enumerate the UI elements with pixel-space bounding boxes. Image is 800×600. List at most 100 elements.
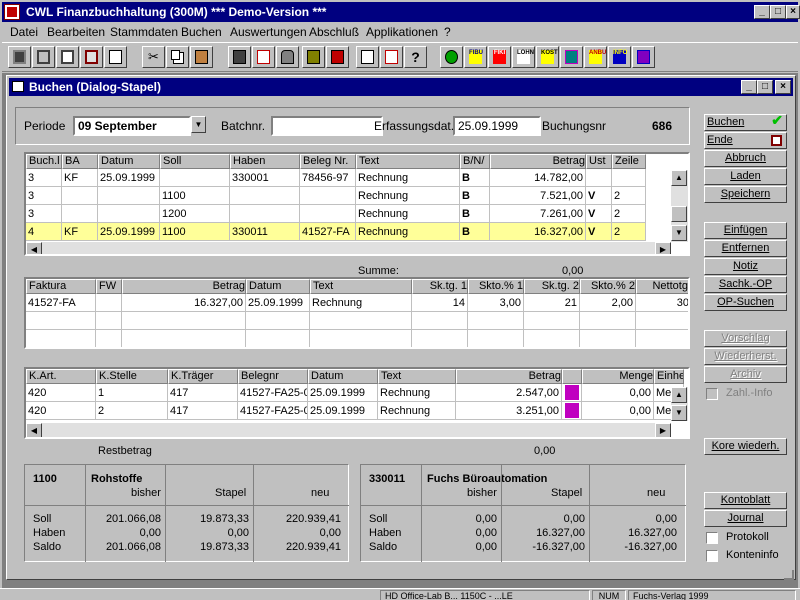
print-setup-toolbar-button[interactable] — [80, 46, 103, 68]
table-cell[interactable] — [612, 169, 646, 187]
kore-button[interactable]: Kore wiederh. — [704, 438, 787, 455]
table-cell[interactable]: Rechnung — [310, 294, 412, 312]
column-header[interactable]: Datum — [308, 369, 378, 384]
empty-cell[interactable] — [468, 312, 524, 330]
info-toolbar-button[interactable]: INFO — [608, 46, 631, 68]
empty-cell[interactable] — [246, 312, 310, 330]
kost-hscroll[interactable]: ◀ ▶ — [26, 423, 671, 437]
tool4-toolbar-button[interactable] — [380, 46, 403, 68]
entfernen-button[interactable]: Entfernen — [704, 240, 787, 257]
notiz-button[interactable]: Notiz — [704, 258, 787, 275]
column-header[interactable]: Datum — [98, 154, 160, 169]
op-suchen-button[interactable]: OP-Suchen — [704, 294, 787, 311]
column-header[interactable]: Beleg Nr. — [300, 154, 356, 169]
anbu-toolbar-button[interactable]: ANBU — [584, 46, 607, 68]
scroll-up-icon[interactable]: ▲ — [671, 170, 687, 186]
menu-datei[interactable]: Datei — [10, 25, 38, 39]
column-header[interactable]: Sk.tg. 2 — [524, 279, 580, 294]
empty-cell[interactable] — [310, 330, 412, 347]
table-cell[interactable]: Rechnung — [378, 402, 456, 420]
scroll-down-icon[interactable]: ▼ — [671, 405, 687, 421]
table-cell[interactable] — [300, 205, 356, 223]
column-header[interactable]: Betrag — [456, 369, 562, 384]
table-cell[interactable]: V — [586, 205, 612, 223]
column-header[interactable]: BA — [62, 154, 98, 169]
table-cell[interactable]: 25.09.1999 — [98, 169, 160, 187]
table-cell[interactable]: 25.09.1999 — [98, 223, 160, 241]
resize-grip-icon[interactable] — [784, 570, 794, 580]
paste-copy-toolbar-button[interactable] — [166, 46, 189, 68]
table-cell[interactable] — [62, 187, 98, 205]
column-header[interactable]: K.Art. — [26, 369, 96, 384]
empty-cell[interactable] — [96, 330, 122, 347]
journal-button[interactable]: Journal — [704, 510, 787, 527]
empty-cell[interactable] — [636, 312, 688, 330]
print-toolbar-button[interactable] — [32, 46, 55, 68]
column-header[interactable]: B/N/ — [460, 154, 490, 169]
buchungen-hscroll[interactable]: ◀ ▶ — [26, 242, 671, 254]
cut-toolbar-button[interactable]: ✂ — [142, 46, 165, 68]
table-cell[interactable]: 3 — [26, 169, 62, 187]
app-title-bar[interactable]: CWL Finanzbuchhaltung (300M) *** Demo-Ve… — [2, 2, 800, 22]
scroll-up-icon[interactable]: ▲ — [671, 387, 687, 403]
menu-stammdaten[interactable]: Stammdaten — [110, 25, 178, 39]
table-cell[interactable]: 417 — [168, 402, 238, 420]
table-cell[interactable]: 41527-FA25-0 — [238, 384, 308, 402]
table-cell[interactable]: Rechnung — [356, 205, 460, 223]
empty-cell[interactable] — [26, 330, 96, 347]
table-cell[interactable]: 14 — [412, 294, 468, 312]
minimize-button[interactable]: _ — [754, 5, 770, 19]
table-cell[interactable]: 41527-FA25-0 — [238, 402, 308, 420]
tool3-toolbar-button[interactable] — [356, 46, 379, 68]
table-cell[interactable]: 30 — [636, 294, 688, 312]
abbruch-button[interactable]: Abbruch — [704, 150, 787, 167]
empty-cell[interactable] — [122, 312, 246, 330]
column-header[interactable]: Betrag — [490, 154, 586, 169]
table-cell[interactable]: 330011 — [230, 223, 300, 241]
ende-button[interactable]: Ende — [704, 132, 787, 149]
table-cell[interactable]: 1100 — [160, 187, 230, 205]
book-toolbar-button[interactable] — [252, 46, 275, 68]
table-cell[interactable]: 2,00 — [580, 294, 636, 312]
column-header[interactable]: Text — [378, 369, 456, 384]
column-header[interactable]: Betrag — [122, 279, 246, 294]
einfuegen-button[interactable]: Einfügen — [704, 222, 787, 239]
kontoblatt-button[interactable]: Kontoblatt — [704, 492, 787, 509]
menu-applikationen[interactable]: Applikationen — [366, 25, 438, 39]
periode-dropdown-button[interactable]: ▼ — [191, 116, 206, 133]
vorschlag-button[interactable]: Vorschlag — [704, 330, 787, 347]
table-cell[interactable]: KF — [62, 169, 98, 187]
konteninfo-checkbox[interactable] — [706, 550, 718, 562]
zahl-info-checkbox[interactable] — [706, 388, 718, 400]
buchen-button[interactable]: Buchen ✔ — [704, 113, 787, 131]
table-cell[interactable] — [230, 187, 300, 205]
scroll-right-icon[interactable]: ▶ — [655, 242, 671, 254]
table-cell[interactable]: Rechnung — [356, 223, 460, 241]
buchungen-vscroll[interactable]: ▲ ▼ — [671, 170, 688, 242]
empty-cell[interactable] — [580, 312, 636, 330]
table-cell[interactable]: Rechnung — [356, 169, 460, 187]
table-cell[interactable]: V — [586, 223, 612, 241]
column-header[interactable]: FW — [96, 279, 122, 294]
table-cell[interactable]: 78456-97 — [300, 169, 356, 187]
table-cell[interactable] — [300, 187, 356, 205]
periode-select[interactable]: 09 September — [73, 116, 191, 136]
table-cell[interactable]: B — [460, 205, 490, 223]
column-header[interactable]: Sk.tg. 1 — [412, 279, 468, 294]
menu-abschluss[interactable]: Abschluß — [309, 25, 359, 39]
arrow-down-marker-icon[interactable] — [565, 385, 579, 400]
table-cell[interactable] — [62, 205, 98, 223]
table-cell[interactable]: 0,00 — [582, 384, 654, 402]
column-header[interactable]: Skto.% 2 — [580, 279, 636, 294]
table-cell[interactable]: 41527-FA — [300, 223, 356, 241]
menu-buchen[interactable]: Buchen — [181, 25, 222, 39]
column-header[interactable]: Soll — [160, 154, 230, 169]
table-cell[interactable]: B — [460, 187, 490, 205]
globe-toolbar-button[interactable] — [440, 46, 463, 68]
table-cell[interactable] — [230, 205, 300, 223]
table-cell[interactable]: 16.327,00 — [490, 223, 586, 241]
table-cell[interactable]: 7.261,00 — [490, 205, 586, 223]
column-header[interactable]: Belegnr — [238, 369, 308, 384]
table-cell[interactable]: 420 — [26, 384, 96, 402]
column-header[interactable]: Haben — [230, 154, 300, 169]
